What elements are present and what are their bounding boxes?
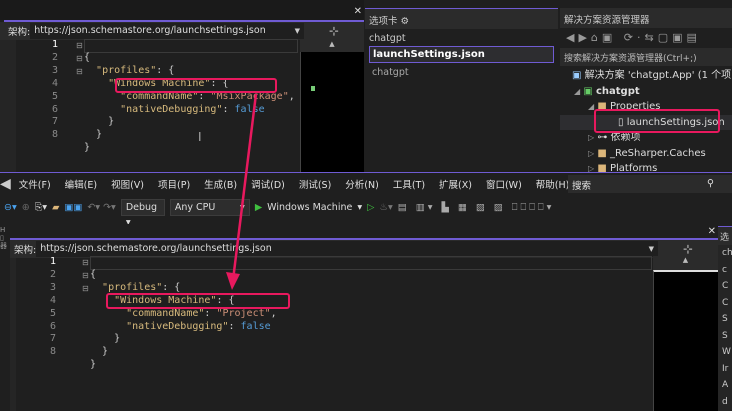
arrow-head-icon [226, 272, 240, 290]
arrow-line [231, 93, 258, 281]
annotation-arrow [226, 93, 258, 290]
